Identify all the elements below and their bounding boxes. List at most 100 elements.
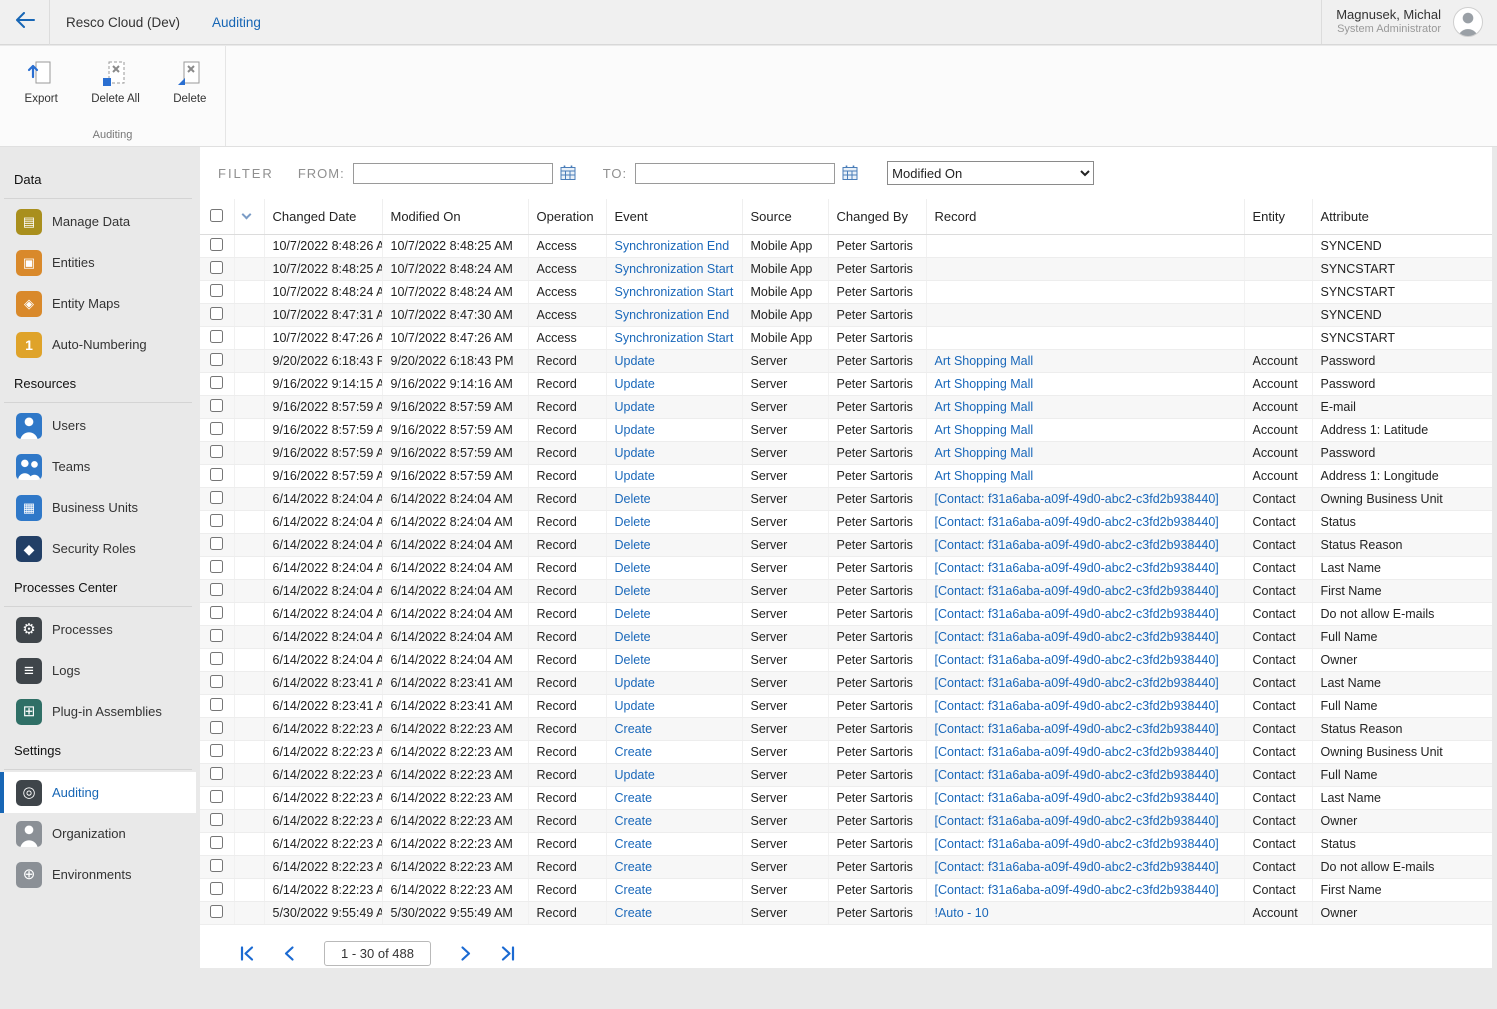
- event-link[interactable]: Delete: [615, 607, 651, 621]
- sidebar-item-users[interactable]: Users: [0, 405, 196, 446]
- row-checkbox[interactable]: [210, 284, 223, 297]
- row-checkbox[interactable]: [210, 583, 223, 596]
- row-checkbox[interactable]: [210, 514, 223, 527]
- table-row[interactable]: 6/14/2022 8:22:23 AM6/14/2022 8:22:23 AM…: [200, 741, 1492, 764]
- row-checkbox[interactable]: [210, 307, 223, 320]
- sort-indicator-cell[interactable]: [234, 199, 264, 235]
- table-row[interactable]: 6/14/2022 8:24:04 AM6/14/2022 8:24:04 AM…: [200, 488, 1492, 511]
- event-link[interactable]: Delete: [615, 538, 651, 552]
- sidebar-item-logs[interactable]: Logs: [0, 650, 196, 691]
- table-row[interactable]: 10/7/2022 8:47:26 AM10/7/2022 8:47:26 AM…: [200, 327, 1492, 350]
- event-link[interactable]: Synchronization End: [615, 239, 730, 253]
- table-row[interactable]: 6/14/2022 8:24:04 AM6/14/2022 8:24:04 AM…: [200, 534, 1492, 557]
- table-row[interactable]: 6/14/2022 8:23:41 AM6/14/2022 8:23:41 AM…: [200, 695, 1492, 718]
- row-checkbox[interactable]: [210, 813, 223, 826]
- record-link[interactable]: Art Shopping Mall: [935, 423, 1034, 437]
- sidebar-item-auditing[interactable]: Auditing: [0, 772, 196, 813]
- table-row[interactable]: 9/16/2022 9:14:15 AM9/16/2022 9:14:16 AM…: [200, 373, 1492, 396]
- record-link[interactable]: [Contact: f31a6aba-a09f-49d0-abc2-c3fd2b…: [935, 860, 1219, 874]
- from-calendar-button[interactable]: [559, 164, 577, 182]
- row-checkbox[interactable]: [210, 376, 223, 389]
- record-link[interactable]: [Contact: f31a6aba-a09f-49d0-abc2-c3fd2b…: [935, 837, 1219, 851]
- record-link[interactable]: Art Shopping Mall: [935, 354, 1034, 368]
- table-row[interactable]: 6/14/2022 8:24:04 AM6/14/2022 8:24:04 AM…: [200, 511, 1492, 534]
- record-link[interactable]: [Contact: f31a6aba-a09f-49d0-abc2-c3fd2b…: [935, 722, 1219, 736]
- column-changed-date[interactable]: Changed Date: [264, 199, 382, 235]
- record-link[interactable]: Art Shopping Mall: [935, 377, 1034, 391]
- record-link[interactable]: [Contact: f31a6aba-a09f-49d0-abc2-c3fd2b…: [935, 538, 1219, 552]
- delete-button[interactable]: Delete: [161, 56, 219, 107]
- event-link[interactable]: Create: [615, 860, 653, 874]
- column-event[interactable]: Event: [606, 199, 742, 235]
- first-page-button[interactable]: [238, 945, 255, 962]
- last-page-button[interactable]: [500, 945, 517, 962]
- select-all-checkbox[interactable]: [210, 209, 223, 222]
- table-row[interactable]: 6/14/2022 8:22:23 AM6/14/2022 8:22:23 AM…: [200, 810, 1492, 833]
- row-checkbox[interactable]: [210, 445, 223, 458]
- table-row[interactable]: 9/20/2022 6:18:43 PM9/20/2022 6:18:43 PM…: [200, 350, 1492, 373]
- record-link[interactable]: Art Shopping Mall: [935, 469, 1034, 483]
- row-checkbox[interactable]: [210, 560, 223, 573]
- sidebar-item-security-roles[interactable]: Security Roles: [0, 528, 196, 569]
- table-row[interactable]: 6/14/2022 8:22:23 AM6/14/2022 8:22:23 AM…: [200, 856, 1492, 879]
- event-link[interactable]: Delete: [615, 653, 651, 667]
- event-link[interactable]: Create: [615, 906, 653, 920]
- sidebar-item-organization[interactable]: Organization: [0, 813, 196, 854]
- table-row[interactable]: 6/14/2022 8:23:41 AM6/14/2022 8:23:41 AM…: [200, 672, 1492, 695]
- event-link[interactable]: Update: [615, 400, 655, 414]
- event-link[interactable]: Update: [615, 676, 655, 690]
- row-checkbox[interactable]: [210, 491, 223, 504]
- row-checkbox[interactable]: [210, 652, 223, 665]
- event-link[interactable]: Synchronization Start: [615, 285, 734, 299]
- row-checkbox[interactable]: [210, 330, 223, 343]
- event-link[interactable]: Create: [615, 745, 653, 759]
- sidebar-item-entities[interactable]: Entities: [0, 242, 196, 283]
- event-link[interactable]: Synchronization End: [615, 308, 730, 322]
- previous-page-button[interactable]: [281, 945, 298, 962]
- table-row[interactable]: 10/7/2022 8:48:25 AM10/7/2022 8:48:24 AM…: [200, 258, 1492, 281]
- table-row[interactable]: 6/14/2022 8:22:23 AM6/14/2022 8:22:23 AM…: [200, 833, 1492, 856]
- record-link[interactable]: [Contact: f31a6aba-a09f-49d0-abc2-c3fd2b…: [935, 699, 1219, 713]
- sidebar-item-entity-maps[interactable]: Entity Maps: [0, 283, 196, 324]
- row-checkbox[interactable]: [210, 606, 223, 619]
- row-checkbox[interactable]: [210, 882, 223, 895]
- row-checkbox[interactable]: [210, 744, 223, 757]
- event-link[interactable]: Update: [615, 446, 655, 460]
- row-checkbox[interactable]: [210, 422, 223, 435]
- event-link[interactable]: Create: [615, 791, 653, 805]
- sidebar-item-environments[interactable]: Environments: [0, 854, 196, 895]
- table-row[interactable]: 6/14/2022 8:22:23 AM6/14/2022 8:22:23 AM…: [200, 764, 1492, 787]
- table-row[interactable]: 6/14/2022 8:24:04 AM6/14/2022 8:24:04 AM…: [200, 603, 1492, 626]
- row-checkbox[interactable]: [210, 698, 223, 711]
- event-link[interactable]: Create: [615, 722, 653, 736]
- event-link[interactable]: Delete: [615, 515, 651, 529]
- table-row[interactable]: 10/7/2022 8:47:31 AM10/7/2022 8:47:30 AM…: [200, 304, 1492, 327]
- record-link[interactable]: [Contact: f31a6aba-a09f-49d0-abc2-c3fd2b…: [935, 745, 1219, 759]
- table-row[interactable]: 9/16/2022 8:57:59 AM9/16/2022 8:57:59 AM…: [200, 465, 1492, 488]
- event-link[interactable]: Update: [615, 768, 655, 782]
- record-link[interactable]: [Contact: f31a6aba-a09f-49d0-abc2-c3fd2b…: [935, 883, 1219, 897]
- table-row[interactable]: 10/7/2022 8:48:24 AM10/7/2022 8:48:24 AM…: [200, 281, 1492, 304]
- sidebar-item-manage-data[interactable]: Manage Data: [0, 201, 196, 242]
- sidebar-item-business-units[interactable]: Business Units: [0, 487, 196, 528]
- column-source[interactable]: Source: [742, 199, 828, 235]
- table-row[interactable]: 9/16/2022 8:57:59 AM9/16/2022 8:57:59 AM…: [200, 442, 1492, 465]
- export-button[interactable]: Export: [12, 56, 70, 107]
- record-link[interactable]: Art Shopping Mall: [935, 400, 1034, 414]
- record-link[interactable]: [Contact: f31a6aba-a09f-49d0-abc2-c3fd2b…: [935, 584, 1219, 598]
- filter-field-select[interactable]: Modified On: [887, 161, 1094, 185]
- event-link[interactable]: Synchronization Start: [615, 331, 734, 345]
- column-attribute[interactable]: Attribute: [1312, 199, 1492, 235]
- delete-all-button[interactable]: Delete All: [86, 56, 144, 107]
- event-link[interactable]: Update: [615, 354, 655, 368]
- table-row[interactable]: 5/30/2022 9:55:49 AM5/30/2022 9:55:49 AM…: [200, 902, 1492, 925]
- event-link[interactable]: Delete: [615, 561, 651, 575]
- record-link[interactable]: [Contact: f31a6aba-a09f-49d0-abc2-c3fd2b…: [935, 515, 1219, 529]
- user-area[interactable]: Magnusek, Michal System Administrator: [1321, 0, 1497, 44]
- event-link[interactable]: Create: [615, 837, 653, 851]
- table-row[interactable]: 6/14/2022 8:24:04 AM6/14/2022 8:24:04 AM…: [200, 649, 1492, 672]
- table-row[interactable]: 9/16/2022 8:57:59 AM9/16/2022 8:57:59 AM…: [200, 419, 1492, 442]
- filter-from-input[interactable]: [353, 163, 553, 184]
- event-link[interactable]: Update: [615, 377, 655, 391]
- sidebar-item-auto-numbering[interactable]: Auto-Numbering: [0, 324, 196, 365]
